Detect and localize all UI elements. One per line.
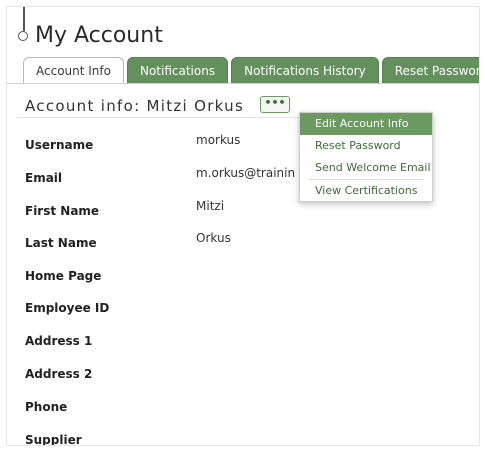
field-label: Employee ID [25, 301, 110, 315]
actions-dropdown-menu: Edit Account Info Reset Password Send We… [299, 112, 433, 202]
field-label: Phone [25, 400, 68, 414]
menu-item-view-certifications[interactable]: View Certifications [300, 180, 432, 202]
field-label: Address 1 [25, 334, 93, 348]
field-row-address-2: Address 2 [25, 367, 465, 387]
field-row-home-page: Home Page [25, 269, 465, 289]
tab-bar: Account Info Notifications Notifications… [23, 57, 479, 84]
page-title: My Account [35, 23, 163, 48]
field-label: Home Page [25, 269, 102, 283]
account-panel: My Account Account Info Notifications No… [6, 6, 480, 446]
field-row-first-name: First Name Mitzi [25, 199, 465, 224]
tab-divider [7, 83, 479, 84]
field-label: First Name [25, 204, 100, 218]
field-label: Supplier [25, 433, 82, 446]
field-row-phone: Phone [25, 400, 465, 420]
field-row-address-1: Address 1 [25, 334, 465, 354]
field-row-last-name: Last Name Orkus [25, 231, 465, 256]
field-label: Last Name [25, 236, 97, 250]
field-row-supplier: Supplier [25, 433, 465, 446]
timeline-line [23, 7, 25, 31]
menu-item-edit-account-info[interactable]: Edit Account Info [300, 113, 432, 135]
timeline-node-icon [18, 31, 28, 41]
field-row-employee-id: Employee ID [25, 301, 465, 321]
tab-notifications-history[interactable]: Notifications History [231, 57, 379, 84]
field-label: Email [25, 171, 63, 185]
field-value: Orkus [196, 231, 231, 245]
menu-item-reset-password[interactable]: Reset Password [300, 135, 432, 157]
section-header: Account info: Mitzi Orkus [25, 97, 245, 115]
tab-notifications[interactable]: Notifications [126, 57, 229, 84]
field-value: Mitzi [196, 199, 225, 213]
more-actions-button[interactable]: ••• [260, 96, 290, 113]
menu-item-send-welcome-email[interactable]: Send Welcome Email [300, 157, 432, 179]
tab-reset-password[interactable]: Reset Password [381, 57, 479, 84]
field-value: m.orkus@trainin [196, 166, 296, 180]
field-label: Username [25, 138, 94, 152]
tab-account-info[interactable]: Account Info [23, 57, 124, 84]
field-label: Address 2 [25, 367, 93, 381]
section-divider [17, 117, 307, 118]
field-value: morkus [196, 133, 241, 147]
